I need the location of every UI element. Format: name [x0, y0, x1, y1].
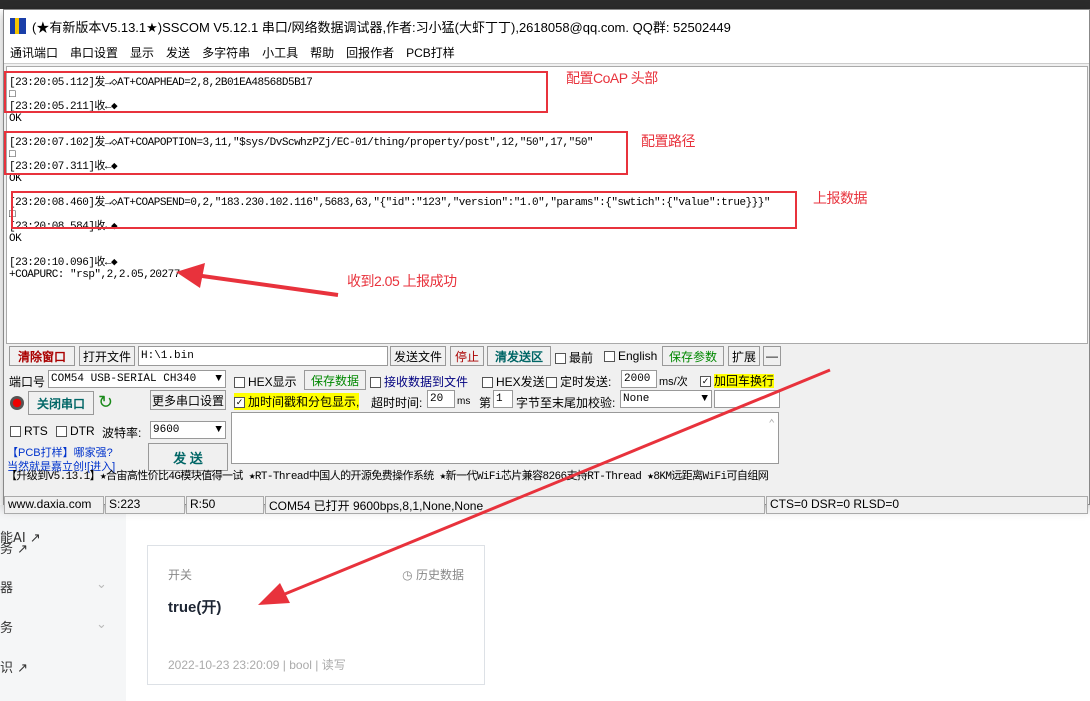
arrow-overlay — [0, 0, 1090, 701]
arrow-to-urc — [176, 263, 338, 295]
arrow-to-card — [258, 370, 830, 605]
